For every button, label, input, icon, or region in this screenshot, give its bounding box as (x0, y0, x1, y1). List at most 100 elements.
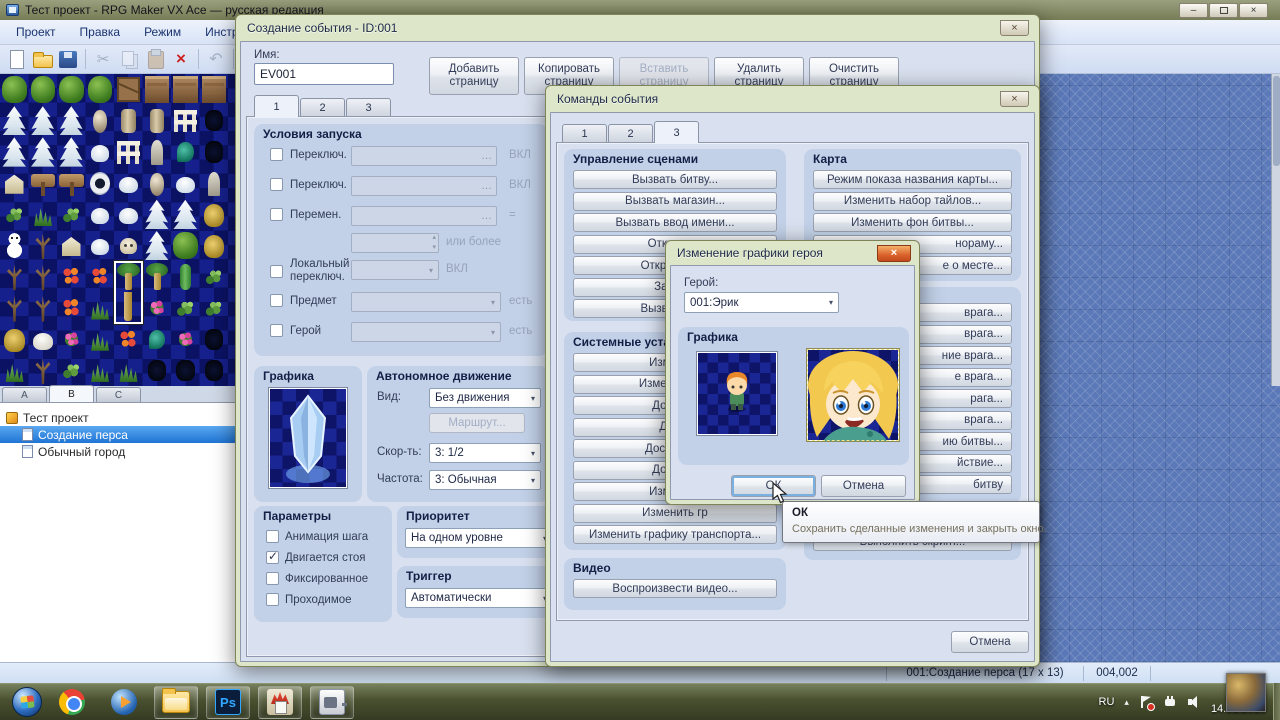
palette-tile-hay[interactable] (200, 199, 229, 230)
language-indicator[interactable]: RU (1099, 696, 1115, 708)
priority-dropdown[interactable]: На одном уровне▾ (405, 528, 553, 548)
taskbar-rpg-maker[interactable] (258, 686, 302, 719)
palette-tile-treeg[interactable] (0, 74, 29, 105)
option-checkbox-row[interactable]: ✓ Двигается стоя (254, 547, 392, 568)
close-button[interactable]: × (1239, 3, 1268, 18)
action-center-icon[interactable] (1139, 695, 1153, 709)
palette-tile-grassg[interactable] (86, 292, 115, 323)
commands-cancel-button[interactable]: Отмена (951, 631, 1029, 653)
palette-tile-snow[interactable] (86, 199, 115, 230)
cut-icon[interactable]: ✂ (91, 47, 115, 71)
new-project-icon[interactable] (4, 47, 28, 71)
commands-tab[interactable]: 1 (562, 124, 607, 143)
palette-tile-lily[interactable] (143, 324, 172, 355)
palette-tile-plant[interactable] (57, 355, 86, 386)
tray-expand-icon[interactable]: ▴ (1124, 697, 1129, 708)
tree-item[interactable]: Создание перса (0, 426, 236, 443)
palette-tile-fencew[interactable] (114, 136, 143, 167)
palette-tile-pine[interactable] (0, 136, 29, 167)
palette-tile-treeg[interactable] (171, 230, 200, 261)
event-page-tab[interactable]: 3 (346, 98, 391, 117)
hero-cancel-button[interactable]: Отмена (821, 475, 906, 497)
palette-tile-treeg[interactable] (86, 74, 115, 105)
palette-tile-pot[interactable] (143, 168, 172, 199)
palette-tile-fencew[interactable] (171, 105, 200, 136)
menu-item[interactable]: Режим (132, 22, 193, 42)
command-button[interactable]: Изменить набор тайлов... (813, 192, 1012, 211)
palette-tile-shelf[interactable] (200, 74, 229, 105)
palette-tile-plant[interactable] (200, 261, 229, 292)
checkbox[interactable]: ✓ (266, 572, 279, 585)
palette-tile-fruit[interactable] (57, 261, 86, 292)
command-button[interactable]: Воспроизвести видео... (573, 579, 777, 598)
palette-tile-bare[interactable] (0, 261, 29, 292)
switch1-checkbox[interactable] (270, 148, 283, 161)
route-button[interactable]: Маршрут... (429, 413, 525, 433)
save-icon[interactable] (56, 47, 80, 71)
palette-tile-pot[interactable] (86, 105, 115, 136)
palette-tile-sign[interactable] (57, 168, 86, 199)
event-graphic-preview[interactable] (268, 387, 348, 489)
palette-tile-grassg[interactable] (114, 355, 143, 386)
palette-tile-palm[interactable] (143, 261, 172, 292)
taskbar-chrome[interactable] (50, 686, 94, 719)
palette-tile-pine[interactable] (143, 199, 172, 230)
tree-item[interactable]: Тест проект (0, 409, 236, 426)
palette-tile-barrel[interactable] (114, 105, 143, 136)
command-button[interactable]: Вызвать битву... (573, 170, 777, 189)
palette-tile-palm[interactable] (114, 261, 143, 292)
palette-tile-grave[interactable] (200, 168, 229, 199)
palette-tile-plant[interactable] (0, 199, 29, 230)
palette-tile-bare[interactable] (29, 292, 58, 323)
command-button[interactable]: Вызвать ввод имени... (573, 213, 777, 232)
palette-tile-fruit[interactable] (86, 261, 115, 292)
palette-tile-skull[interactable] (114, 230, 143, 261)
command-button[interactable]: Изменить фон битвы... (813, 213, 1012, 232)
checkbox[interactable]: ✓ (266, 530, 279, 543)
item-checkbox[interactable] (270, 294, 283, 307)
palette-tile-pine[interactable] (29, 136, 58, 167)
event-page-tab[interactable]: 1 (254, 95, 299, 117)
spin-up-icon[interactable]: ▴ (432, 235, 436, 241)
checkbox[interactable]: ✓ (266, 593, 279, 606)
actor-checkbox[interactable] (270, 324, 283, 337)
menu-item[interactable]: Проект (4, 22, 68, 42)
variable-checkbox[interactable] (270, 208, 283, 221)
taskbar-photoshop[interactable]: Ps (206, 686, 250, 719)
palette-tab[interactable]: C (96, 387, 141, 402)
switch2-field[interactable]: … (351, 176, 497, 196)
movement-speed-dropdown[interactable]: 3: 1/2▾ (429, 443, 541, 463)
switch1-field[interactable]: … (351, 146, 497, 166)
palette-tile-well[interactable] (86, 168, 115, 199)
show-desktop-button[interactable] (1273, 683, 1280, 720)
taskbar-recorder[interactable] (310, 686, 354, 719)
self-switch-dropdown[interactable]: ▾ (351, 260, 439, 280)
palette-tile-hay[interactable] (200, 230, 229, 261)
palette-tile-palmt[interactable] (114, 292, 143, 323)
palette-tile-barrel[interactable] (143, 105, 172, 136)
option-checkbox-row[interactable]: ✓ Фиксированное (254, 568, 392, 589)
palette-tile-dark[interactable] (200, 355, 229, 386)
palette-scrollbar[interactable] (1271, 74, 1280, 386)
start-button[interactable] (12, 687, 42, 717)
palette-tile-pine[interactable] (29, 105, 58, 136)
palette-tile-flowerp[interactable] (57, 324, 86, 355)
palette-tile-dark[interactable] (200, 324, 229, 355)
palette-tile-snow[interactable] (86, 230, 115, 261)
palette-tile-fruit[interactable] (114, 324, 143, 355)
palette-tile-snow[interactable] (86, 136, 115, 167)
hero-face-preview[interactable] (806, 348, 900, 442)
palette-tile-lily[interactable] (171, 136, 200, 167)
palette-tile-crate[interactable] (114, 74, 143, 105)
palette-tile-plant[interactable] (171, 292, 200, 323)
command-button[interactable]: Вызвать магазин... (573, 192, 777, 211)
hero-select-dropdown[interactable]: 001:Эрик▾ (684, 292, 839, 313)
paste-icon[interactable] (143, 47, 167, 71)
item-dropdown[interactable]: ▾ (351, 292, 501, 312)
event-dialog-close-button[interactable]: × (1000, 20, 1029, 36)
hero-dialog-close-button[interactable]: × (877, 245, 911, 262)
palette-tile-plant[interactable] (57, 199, 86, 230)
palette-tile-plant[interactable] (200, 292, 229, 323)
ellipsis-button[interactable]: … (481, 180, 496, 192)
palette-tile-flowerp[interactable] (171, 324, 200, 355)
